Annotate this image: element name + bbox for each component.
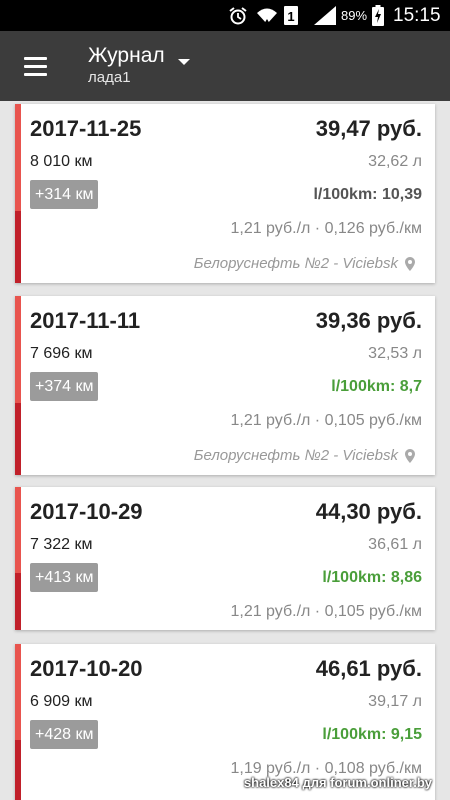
signal-icon bbox=[314, 0, 338, 31]
entry-consumption: l/100km: 8,86 bbox=[322, 569, 422, 586]
page-title: Журнал bbox=[88, 44, 165, 67]
entry-prices: 1,21 руб./л · 0,126 руб./км bbox=[230, 220, 422, 237]
log-entry-card[interactable]: 2017-11-25 39,47 руб. 8 010 км 32,62 л +… bbox=[15, 104, 435, 283]
clock: 15:15 bbox=[393, 4, 441, 26]
card-accent-top bbox=[15, 644, 21, 740]
entry-distance-badge: +374 км bbox=[30, 372, 99, 401]
card-accent-bottom bbox=[15, 211, 21, 283]
entry-volume: 32,62 л bbox=[368, 153, 422, 170]
entry-date: 2017-11-25 bbox=[30, 116, 142, 141]
entry-volume: 32,53 л bbox=[368, 345, 422, 362]
entry-odometer: 7 322 км bbox=[30, 536, 93, 553]
entry-consumption: l/100km: 10,39 bbox=[313, 186, 422, 203]
card-accent-bottom bbox=[15, 740, 21, 800]
card-accent-bottom bbox=[15, 403, 21, 475]
entry-station: Белоруснефть №2 - Viciebsk bbox=[194, 255, 415, 272]
entry-date: 2017-10-29 bbox=[30, 499, 143, 524]
log-entry-card[interactable]: 2017-10-29 44,30 руб. 7 322 км 36,61 л +… bbox=[15, 487, 435, 630]
entry-distance-badge: +314 км bbox=[30, 180, 99, 209]
alarm-icon bbox=[228, 0, 250, 31]
menu-icon[interactable] bbox=[14, 49, 56, 83]
entry-total: 39,47 руб. bbox=[315, 116, 422, 141]
card-accent-top bbox=[15, 296, 21, 404]
location-pin-icon bbox=[405, 448, 415, 463]
card-accent-top bbox=[15, 487, 21, 573]
fuel-log-list[interactable]: 2017-11-25 39,47 руб. 8 010 км 32,62 л +… bbox=[0, 101, 450, 800]
log-entry-card[interactable]: 2017-11-11 39,36 руб. 7 696 км 32,53 л +… bbox=[15, 296, 435, 475]
wifi-icon bbox=[256, 0, 280, 31]
station-name: Белоруснефть №2 - Viciebsk bbox=[193, 255, 398, 272]
entry-distance-badge: +428 км bbox=[30, 720, 99, 749]
battery-icon bbox=[372, 0, 386, 31]
watermark: shalex84 для forum.onliner.by bbox=[243, 775, 432, 790]
entry-date: 2017-10-20 bbox=[30, 656, 143, 681]
entry-consumption: l/100km: 8,7 bbox=[331, 378, 422, 395]
entry-consumption: l/100km: 9,15 bbox=[322, 726, 422, 743]
card-accent-top bbox=[15, 104, 21, 212]
entry-volume: 36,61 л bbox=[368, 536, 422, 553]
card-accent-bottom bbox=[15, 572, 21, 630]
station-name: Белоруснефть №2 - Viciebsk bbox=[193, 447, 398, 464]
dropdown-arrow-icon[interactable] bbox=[178, 59, 190, 65]
entry-date: 2017-11-11 bbox=[30, 308, 141, 333]
entry-odometer: 7 696 км bbox=[30, 345, 93, 362]
entry-volume: 39,17 л bbox=[368, 693, 422, 710]
entry-total: 44,30 руб. bbox=[315, 499, 422, 524]
entry-prices: 1,21 руб./л · 0,105 руб./км bbox=[230, 603, 422, 620]
location-pin-icon bbox=[405, 256, 415, 271]
entry-total: 39,36 руб. bbox=[315, 308, 422, 333]
vehicle-name: лада1 bbox=[88, 69, 131, 86]
battery-percent: 89% bbox=[341, 8, 368, 23]
entry-distance-badge: +413 км bbox=[30, 563, 99, 592]
sim-label: 1 bbox=[287, 9, 294, 24]
entry-odometer: 8 010 км bbox=[30, 153, 93, 170]
app-bar: Журнал лада1 bbox=[0, 31, 450, 101]
entry-station: Белоруснефть №2 - Viciebsk bbox=[194, 447, 415, 464]
sim-icon: 1 bbox=[284, 0, 298, 31]
entry-total: 46,61 руб. bbox=[315, 656, 422, 681]
vehicle-selector[interactable]: Журнал лада1 bbox=[88, 43, 165, 87]
entry-odometer: 6 909 км bbox=[30, 693, 93, 710]
entry-prices: 1,21 руб./л · 0,105 руб./км bbox=[230, 412, 422, 429]
status-bar: 1 89% 15:15 bbox=[0, 0, 450, 31]
